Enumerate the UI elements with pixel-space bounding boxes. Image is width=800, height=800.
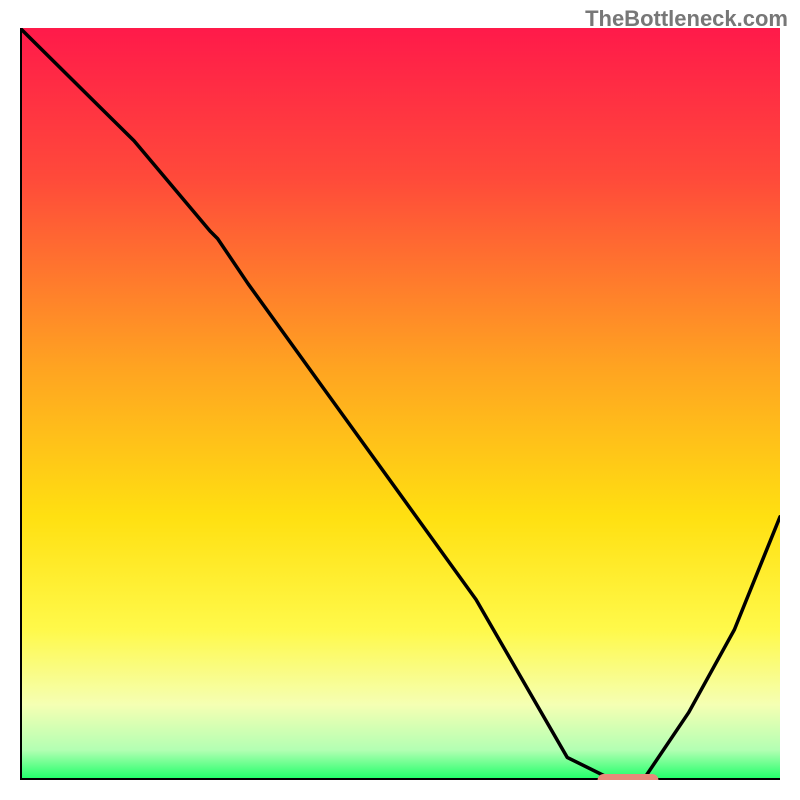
- plot-area: [20, 28, 780, 780]
- target-marker: [598, 774, 659, 780]
- chart-svg: [20, 28, 780, 780]
- watermark-text: TheBottleneck.com: [585, 6, 788, 32]
- chart-container: TheBottleneck.com: [0, 0, 800, 800]
